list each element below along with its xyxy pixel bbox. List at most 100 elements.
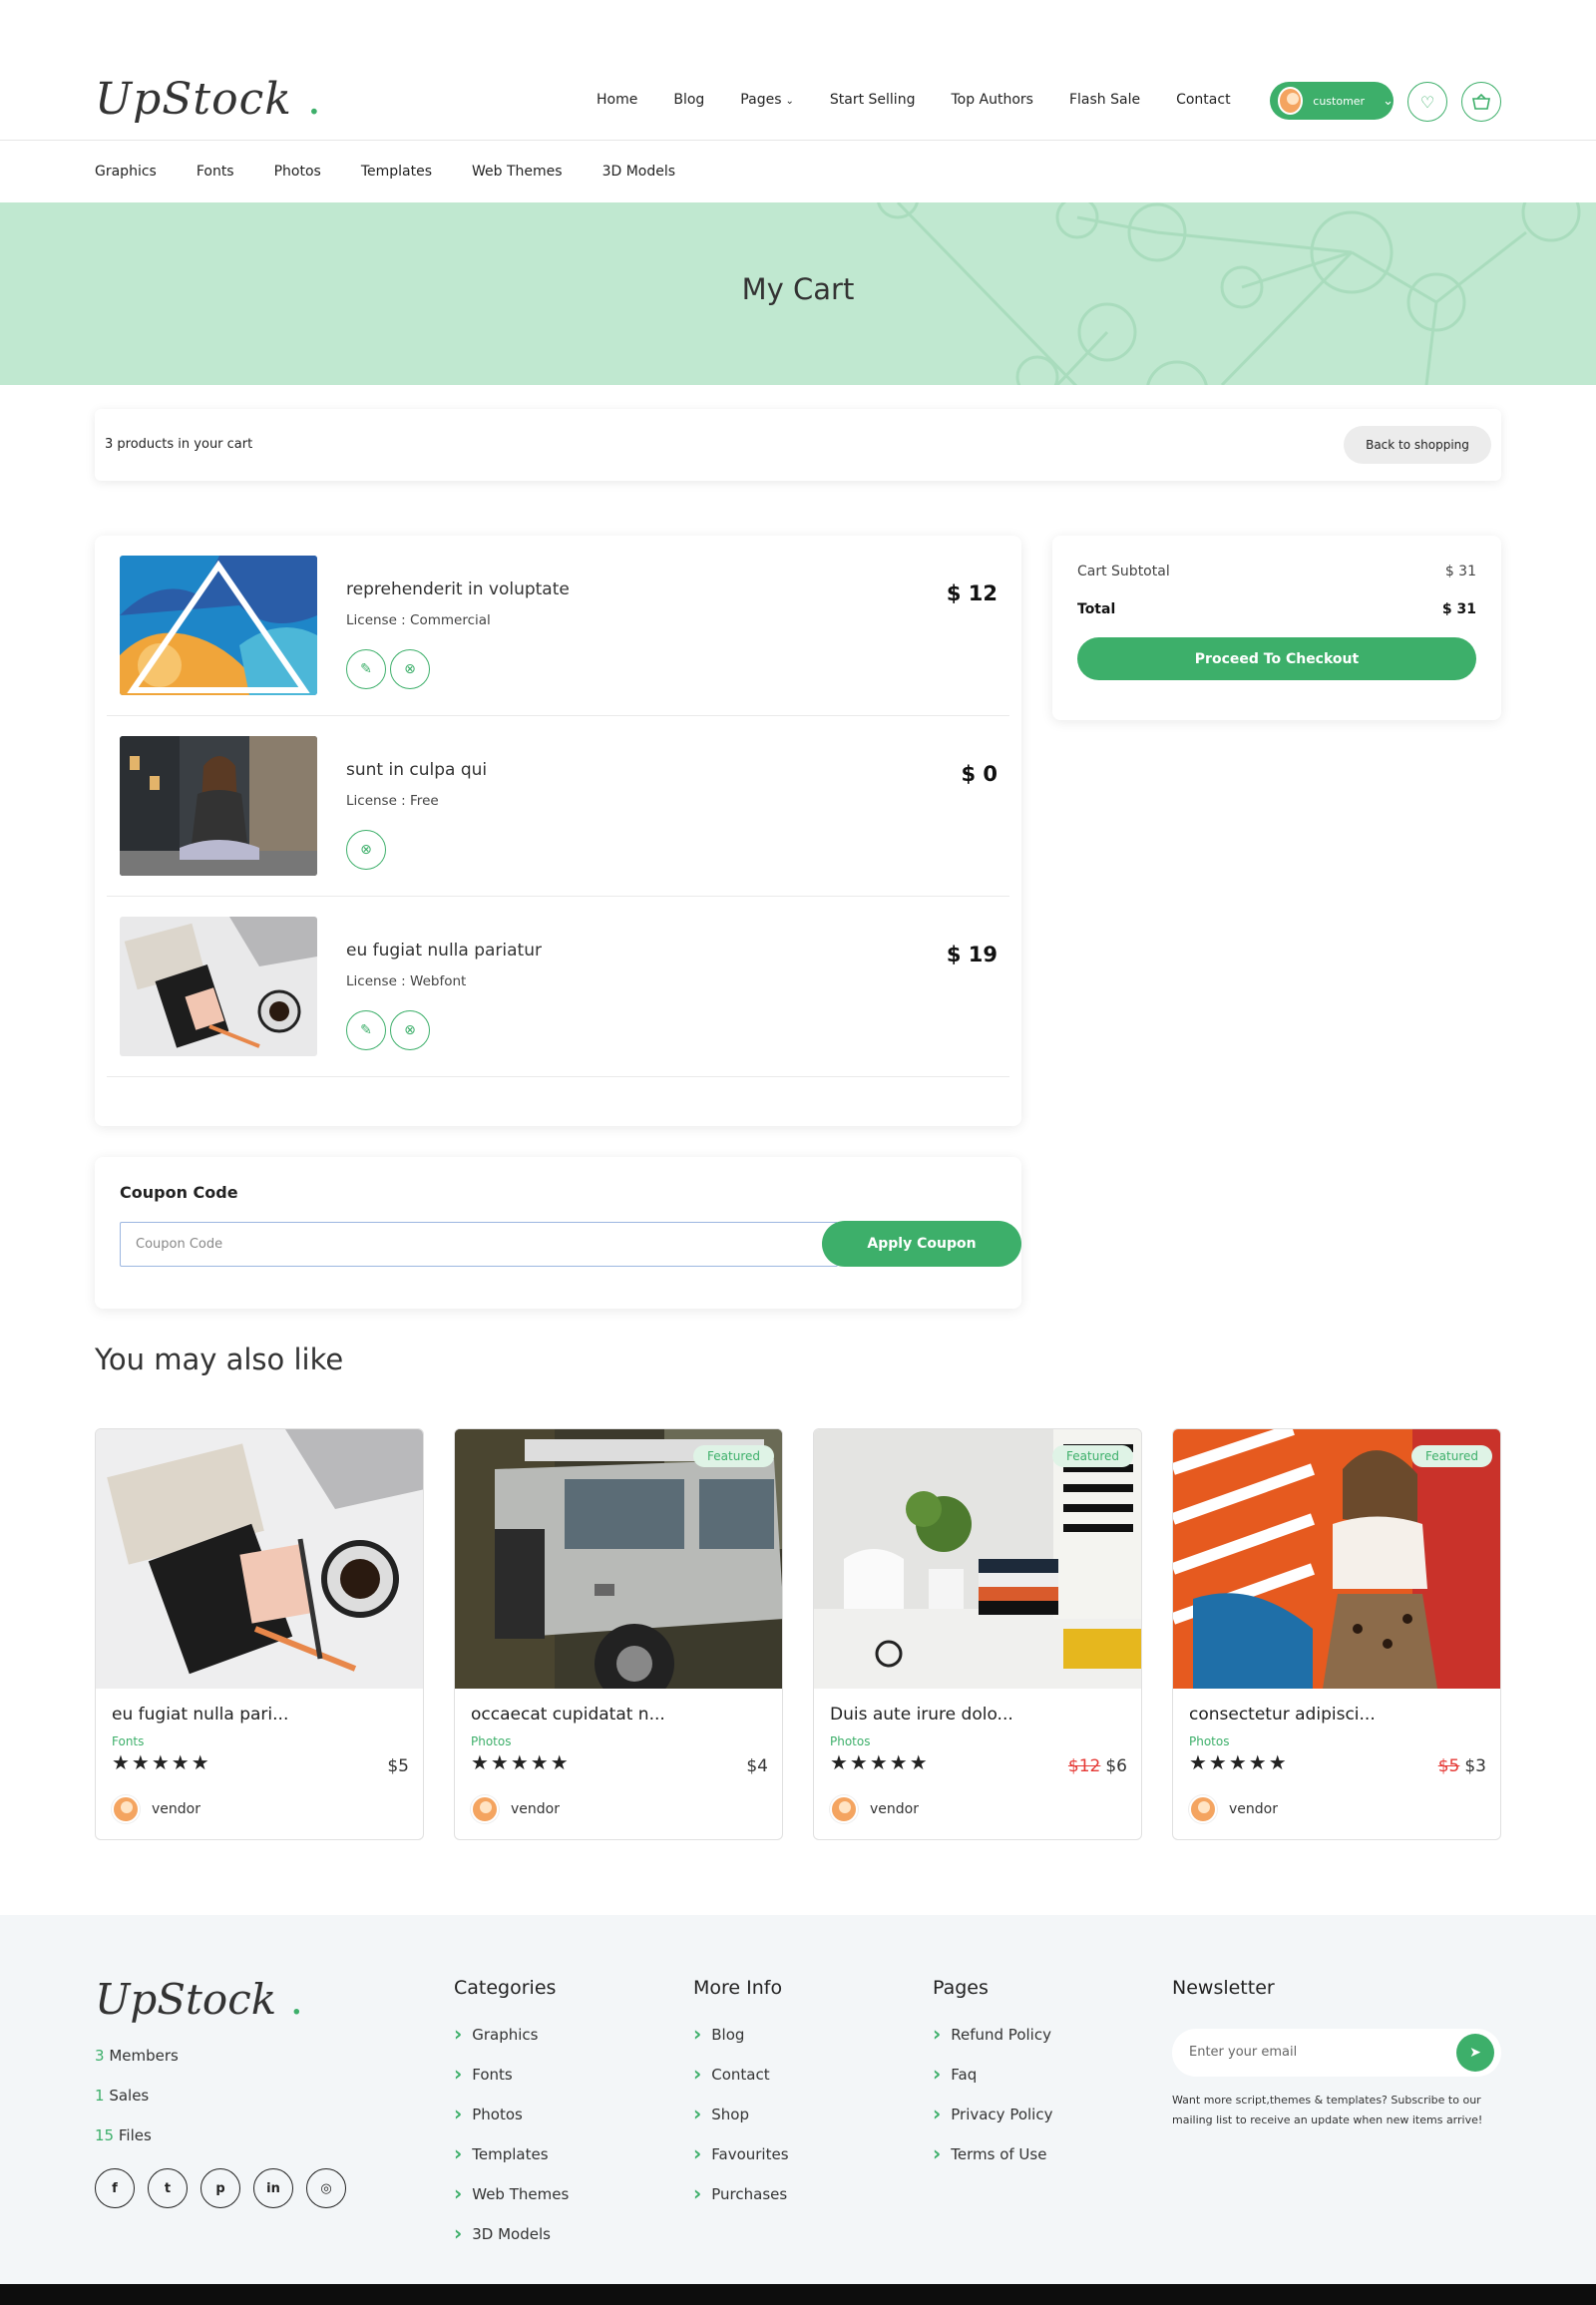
product-thumbnail[interactable] xyxy=(120,556,317,695)
footer-link[interactable]: Refund Policy xyxy=(933,2021,1052,2045)
pinterest-icon[interactable]: p xyxy=(200,2168,240,2208)
apply-coupon-button[interactable]: Apply Coupon xyxy=(822,1221,1021,1267)
product-price: $5 xyxy=(387,1756,409,1776)
vendor[interactable]: vendor xyxy=(112,1795,200,1823)
page-title: My Cart xyxy=(741,272,855,306)
product-image[interactable] xyxy=(96,1429,423,1689)
product-thumbnail[interactable] xyxy=(120,736,317,876)
nav-home[interactable]: Home xyxy=(597,92,637,108)
product-category[interactable]: Photos xyxy=(830,1734,870,1748)
proceed-to-checkout-button[interactable]: Proceed To Checkout xyxy=(1077,637,1476,680)
edit-button[interactable]: ✎ xyxy=(346,649,386,689)
footer-link[interactable]: Photos xyxy=(454,2101,569,2124)
footer-col-title: Pages xyxy=(933,1977,989,1999)
chevron-down-icon: ⌄ xyxy=(1383,93,1394,109)
wishlist-button[interactable]: ♡ xyxy=(1407,82,1447,122)
user-menu-button[interactable]: customer ⌄ xyxy=(1270,82,1394,120)
coupon-box: Coupon Code Coupon Code Apply Coupon xyxy=(95,1157,1021,1309)
footer-link[interactable]: Shop xyxy=(693,2101,789,2124)
product-card[interactable]: Featured Duis aute irure dolo... Photos … xyxy=(813,1428,1142,1840)
footer-link[interactable]: Web Themes xyxy=(454,2180,569,2204)
footer-link[interactable]: Terms of Use xyxy=(933,2140,1052,2164)
footer-link[interactable]: Fonts xyxy=(454,2061,569,2085)
stat-label: Members xyxy=(104,2047,179,2065)
stat-number: 15 xyxy=(95,2126,115,2144)
product-price-value: $5 xyxy=(387,1756,409,1776)
instagram-icon[interactable]: ◎ xyxy=(306,2168,346,2208)
product-title[interactable]: eu fugiat nulla pari... xyxy=(112,1705,288,1725)
newsletter-email-input[interactable]: Enter your email xyxy=(1172,2029,1501,2077)
nav-start-selling[interactable]: Start Selling xyxy=(830,92,916,108)
footer-link[interactable]: Blog xyxy=(693,2021,789,2045)
old-price: $5 xyxy=(1437,1756,1460,1776)
twitter-icon[interactable]: t xyxy=(148,2168,188,2208)
vendor-name: vendor xyxy=(1229,1801,1278,1817)
product-name[interactable]: sunt in culpa qui xyxy=(346,760,487,780)
avatar xyxy=(112,1795,140,1823)
stat-number: 1 xyxy=(95,2087,105,2105)
stat-number: 3 xyxy=(95,2047,105,2065)
remove-button[interactable]: ⊗ xyxy=(390,649,430,689)
footer-link[interactable]: Templates xyxy=(454,2140,569,2164)
subnav-photos[interactable]: Photos xyxy=(274,164,321,180)
nav-blog[interactable]: Blog xyxy=(673,92,704,108)
section-title: You may also like xyxy=(95,1343,344,1376)
subnav-web-themes[interactable]: Web Themes xyxy=(472,164,563,180)
facebook-icon[interactable]: f xyxy=(95,2168,135,2208)
avatar xyxy=(471,1795,499,1823)
product-title[interactable]: consectetur adipisci... xyxy=(1189,1705,1376,1725)
linkedin-icon[interactable]: in xyxy=(253,2168,293,2208)
logo-dot: . xyxy=(306,74,322,125)
footer-link[interactable]: Favourites xyxy=(693,2140,788,2164)
coupon-input[interactable]: Coupon Code xyxy=(120,1222,838,1267)
star-rating: ★★★★★ xyxy=(830,1750,930,1774)
product-name[interactable]: reprehenderit in voluptate xyxy=(346,579,570,599)
stat-members: 3 Members xyxy=(95,2047,179,2065)
footer-logo-text: UpStock xyxy=(95,1975,277,2024)
product-category[interactable]: Fonts xyxy=(112,1734,144,1748)
newsletter-submit-button[interactable]: ➤ xyxy=(1456,2034,1494,2072)
site-logo[interactable]: UpStock . xyxy=(95,74,322,125)
product-card[interactable]: eu fugiat nulla pari... Fonts ★★★★★ $5 v… xyxy=(95,1428,424,1840)
remove-button[interactable]: ⊗ xyxy=(390,1010,430,1050)
product-image[interactable]: Featured xyxy=(455,1429,782,1689)
product-category[interactable]: Photos xyxy=(1189,1734,1229,1748)
vendor[interactable]: vendor xyxy=(471,1795,560,1823)
remove-button[interactable]: ⊗ xyxy=(346,830,386,870)
nav-flash-sale[interactable]: Flash Sale xyxy=(1069,92,1140,108)
back-to-shopping-button[interactable]: Back to shopping xyxy=(1344,426,1491,464)
heart-icon: ♡ xyxy=(1419,92,1435,112)
product-name[interactable]: eu fugiat nulla pariatur xyxy=(346,941,542,960)
nav-pages[interactable]: Pages ⌄ xyxy=(740,92,794,108)
subnav-3d-models[interactable]: 3D Models xyxy=(602,164,675,180)
footer-link[interactable]: Graphics xyxy=(454,2021,569,2045)
vendor[interactable]: vendor xyxy=(1189,1795,1278,1823)
footer-link[interactable]: Faq xyxy=(933,2061,1052,2085)
featured-badge: Featured xyxy=(1052,1445,1133,1467)
product-image[interactable]: Featured xyxy=(814,1429,1141,1689)
edit-button[interactable]: ✎ xyxy=(346,1010,386,1050)
footer-link[interactable]: 3D Models xyxy=(454,2220,569,2244)
subnav-graphics[interactable]: Graphics xyxy=(95,164,157,180)
subnav-fonts[interactable]: Fonts xyxy=(197,164,234,180)
footer-link[interactable]: Contact xyxy=(693,2061,789,2085)
product-thumbnail[interactable] xyxy=(120,917,317,1056)
product-card[interactable]: Featured occaecat cupidatat n... Photos … xyxy=(454,1428,783,1840)
nav-top-authors[interactable]: Top Authors xyxy=(951,92,1033,108)
cart-button[interactable] xyxy=(1461,82,1501,122)
product-category[interactable]: Photos xyxy=(471,1734,511,1748)
footer-bottom-bar xyxy=(0,2284,1596,2305)
subnav-templates[interactable]: Templates xyxy=(361,164,432,180)
footer-link[interactable]: Purchases xyxy=(693,2180,789,2204)
nav-contact[interactable]: Contact xyxy=(1176,92,1230,108)
product-image[interactable]: Featured xyxy=(1173,1429,1500,1689)
product-title[interactable]: occaecat cupidatat n... xyxy=(471,1705,665,1725)
header-divider xyxy=(0,140,1596,141)
send-icon: ➤ xyxy=(1469,2045,1481,2061)
footer-link[interactable]: Privacy Policy xyxy=(933,2101,1052,2124)
product-title[interactable]: Duis aute irure dolo... xyxy=(830,1705,1013,1725)
footer-logo-dot: . xyxy=(289,1975,303,2024)
footer-logo[interactable]: UpStock . xyxy=(95,1975,303,2024)
product-card[interactable]: Featured consectetur adipisci... Photos … xyxy=(1172,1428,1501,1840)
vendor[interactable]: vendor xyxy=(830,1795,919,1823)
